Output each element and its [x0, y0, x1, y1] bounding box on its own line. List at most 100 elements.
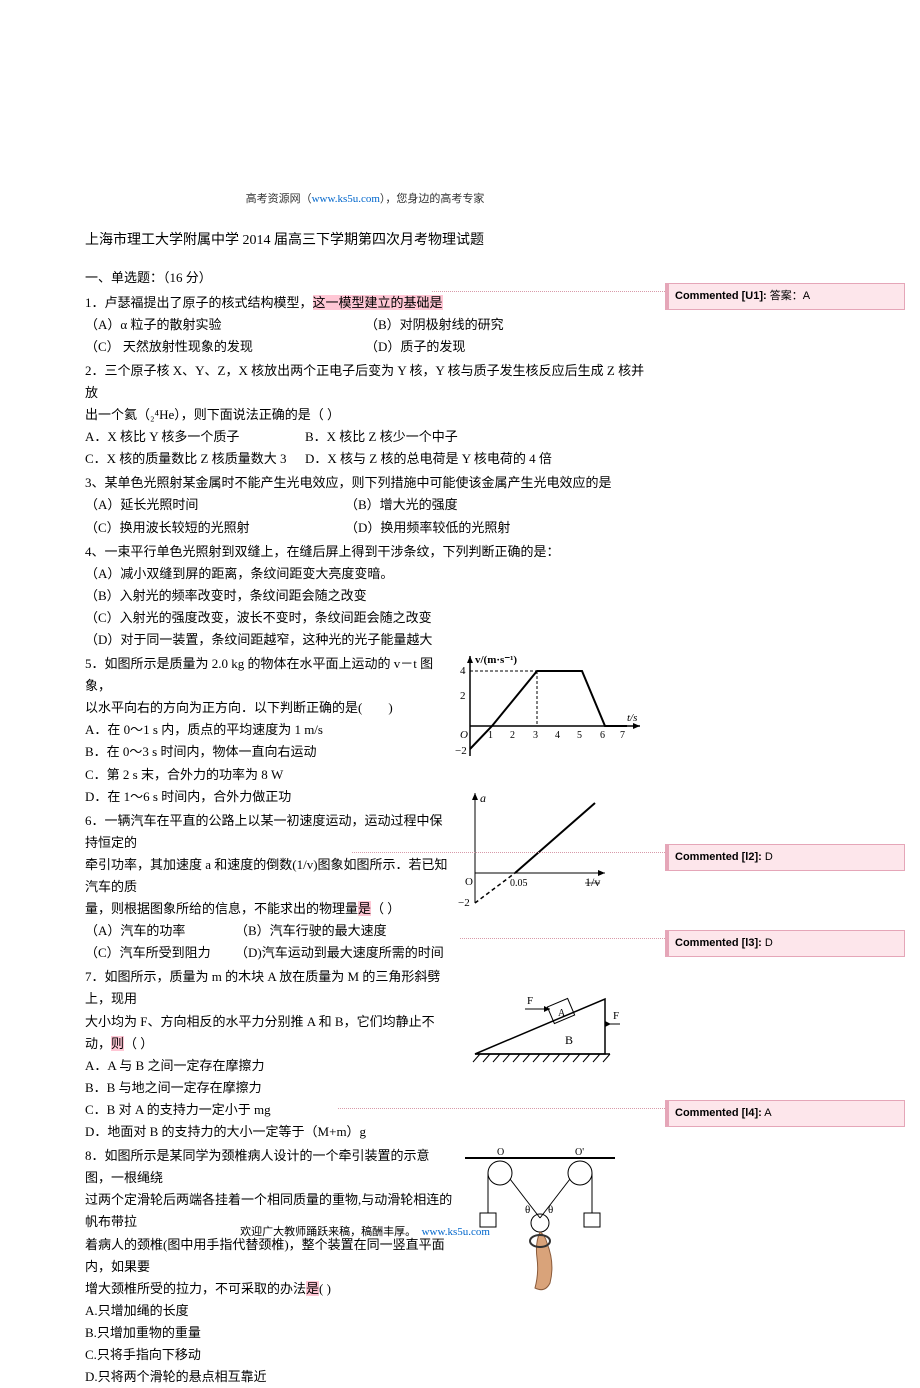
svg-text:1/v: 1/v — [585, 875, 600, 889]
q4-opt-a: （A）减小双缝到屏的距离，条纹间距变大亮度变暗。 — [85, 563, 645, 585]
comment-u1: Commented [U1]: 答案：A — [665, 283, 905, 310]
question-1: 1．卢瑟福提出了原子的核式结构模型，这一模型建立的基础是 — [85, 292, 645, 314]
question-6-block: 6．一辆汽车在平直的公路上以某一初速度运动，运动过程中保持恒定的 牵引功率，其加… — [85, 808, 645, 965]
q4-opt-b: （B）入射光的频率改变时，条纹间距会随之改变 — [85, 585, 645, 607]
q6-opt-c: （C）汽车所受到阻力 — [85, 942, 235, 964]
q3-opt-b: （B）增大光的强度 — [345, 494, 645, 516]
footer-text: 欢迎广大教师踊跃来稿，稿酬丰厚。 — [240, 1226, 416, 1238]
question-2-line1: 2．三个原子核 X、Y、Z，X 核放出两个正电子后变为 Y 核，Y 核与质子发生… — [85, 360, 645, 404]
comment-l4: Commented [l4]: A — [665, 1100, 905, 1127]
footer-url: www.ks5u.com — [422, 1226, 490, 1238]
q3-opt-a: （A）延长光照时间 — [85, 494, 345, 516]
connector-2 — [352, 852, 665, 853]
q3-opts-row1: （A）延长光照时间 （B）增大光的强度 — [85, 494, 645, 516]
q2-opt-c: C．X 核的质量数比 Z 核质量数大 3 — [85, 448, 305, 470]
svg-text:v/(m·s⁻¹): v/(m·s⁻¹) — [475, 654, 517, 666]
svg-text:−2: −2 — [458, 897, 470, 908]
q1-stem: 1．卢瑟福提出了原子的核式结构模型， — [85, 295, 313, 310]
svg-text:6: 6 — [600, 730, 605, 741]
connector-3 — [460, 938, 665, 939]
page-footer: 欢迎广大教师踊跃来稿，稿酬丰厚。 www.ks5u.com — [85, 1223, 645, 1242]
question-2-line2: 出一个氦（₂⁴He），则下面说法正确的是（ ） — [85, 404, 645, 426]
question-5-block: 5．如图所示是质量为 2.0 kg 的物体在水平面上运动的 v－t 图象， 以水… — [85, 651, 645, 808]
q1-opt-d: （D）质子的发现 — [365, 336, 645, 358]
question-3: 3、某单色光照射某金属时不能产生光电效应，则下列措施中可能使该金属产生光电效应的… — [85, 472, 645, 494]
svg-text:2: 2 — [510, 730, 515, 741]
q7-opt-a: A．A 与 B 之间一定存在摩擦力 — [85, 1055, 455, 1077]
q2-he: ₂⁴He — [150, 407, 174, 422]
connector-1 — [432, 291, 665, 292]
q2-opts-row1: A．X 核比 Y 核多一个质子 B．X 核比 Z 核少一个中子 — [85, 426, 645, 448]
q3-opt-c: （C）换用波长较短的光照射 — [85, 517, 345, 539]
q6-opts-row1: （A）汽车的功率 （B）汽车行驶的最大速度 — [85, 920, 455, 942]
svg-text:B: B — [565, 1033, 573, 1047]
q1-opts-row2: （C） 天然放射性现象的发现 （D）质子的发现 — [85, 336, 645, 358]
page-header: 高考资源网（www.ks5u.com），您身边的高考专家 — [85, 190, 645, 209]
svg-text:0.05: 0.05 — [510, 878, 528, 889]
q6-opt-a: （A）汽车的功率 — [85, 920, 235, 942]
svg-text:θ: θ — [548, 1204, 553, 1216]
q5-opt-c: C．第 2 s 末，合外力的功率为 8 W — [85, 764, 455, 786]
q6-opt-d: （D)汽车运动到最大速度所需的时间 — [235, 942, 455, 964]
document-page: 高考资源网（www.ks5u.com），您身边的高考专家 上海市理工大学附属中学… — [85, 190, 645, 1388]
q4-opt-d: （D）对于同一装置，条纹间距越窄，这种光的光子能量越大 — [85, 629, 645, 651]
q7-opt-c: C．B 对 A 的支持力一定小于 mg — [85, 1099, 455, 1121]
comment-u1-text: 答案：A — [767, 290, 810, 302]
q8-opt-b: B.只增加重物的重量 — [85, 1322, 455, 1344]
svg-text:O': O' — [575, 1147, 584, 1158]
header-suffix: ），您身边的高考专家 — [380, 193, 485, 205]
question-8-block: 8．如图所示是某同学为颈椎病人设计的一个牵引装置的示意图，一根绳绕 过两个定滑轮… — [85, 1143, 645, 1388]
comment-l2-text: D — [762, 851, 773, 863]
q1-opt-a: （A）α 粒子的散射实验 — [85, 314, 365, 336]
svg-text:a: a — [480, 791, 486, 805]
q4-opt-c: （C）入射光的强度改变，波长不变时，条纹间距会随之改变 — [85, 607, 645, 629]
svg-text:7: 7 — [620, 730, 625, 741]
q8-opt-c: C.只将手指向下移动 — [85, 1344, 455, 1366]
svg-text:O: O — [497, 1147, 504, 1158]
q8-opt-d: D.只将两个滑轮的悬点相互靠近 — [85, 1366, 455, 1388]
vt-graph-icon: 4 2 −2 O 1 2 3 4 5 6 7 t/s v/(m·s⁻¹) — [455, 651, 645, 761]
comment-l2: Commented [l2]: D — [665, 844, 905, 871]
svg-text:5: 5 — [577, 730, 582, 741]
q2-opt-b: B．X 核比 Z 核少一个中子 — [305, 426, 645, 448]
q7-l2: 大小均为 F、方向相反的水平力分别推 A 和 B，它们均静止不动，则（ ） — [85, 1011, 455, 1055]
q7-opt-d: D．地面对 B 的支持力的大小一定等于（M+m）g — [85, 1121, 455, 1143]
q2-opts-row2: C．X 核的质量数比 Z 核质量数大 3 D．X 核与 Z 核的总电荷是 Y 核… — [85, 448, 645, 470]
q1-opt-b: （B）对阴极射线的研究 — [365, 314, 645, 336]
svg-text:O: O — [465, 876, 473, 888]
connector-4 — [338, 1108, 665, 1109]
svg-text:4: 4 — [555, 730, 560, 741]
svg-text:2: 2 — [460, 690, 466, 702]
q1-opts-row1: （A）α 粒子的散射实验 （B）对阴极射线的研究 — [85, 314, 645, 336]
document-title: 上海市理工大学附属中学 2014 届高三下学期第四次月考物理试题 — [85, 229, 645, 253]
comment-l4-label: Commented [l4]: — [675, 1107, 762, 1119]
q5-l2: 以水平向右的方向为正方向．以下判断正确的是( ) — [85, 697, 455, 719]
comment-l3: Commented [l3]: D — [665, 930, 905, 957]
comment-l4-text: A — [762, 1107, 772, 1119]
q6-l3: 量，则根据图象所给的信息，不能求出的物理量是（ ） — [85, 898, 455, 920]
q1-highlight: 这一模型建立的基础是 — [313, 295, 443, 310]
comment-l3-label: Commented [l3]: — [675, 937, 762, 949]
q6-opt-b: （B）汽车行驶的最大速度 — [235, 920, 455, 942]
q3-opt-d: （D）换用频率较低的光照射 — [345, 517, 645, 539]
q6-opts-row2: （C）汽车所受到阻力 （D)汽车运动到最大速度所需的时间 — [85, 942, 455, 964]
q8-opt-a: A.只增加绳的长度 — [85, 1300, 455, 1322]
q6-l1: 6．一辆汽车在平直的公路上以某一初速度运动，运动过程中保持恒定的 — [85, 810, 455, 854]
q7-opt-b: B．B 与地之间一定存在摩擦力 — [85, 1077, 455, 1099]
comment-u1-label: Commented [U1]: — [675, 290, 767, 302]
q2-l2-pre: 出一个氦（ — [85, 407, 150, 422]
comment-l2-label: Commented [l2]: — [675, 851, 762, 863]
svg-text:3: 3 — [533, 730, 538, 741]
header-url: www.ks5u.com — [312, 193, 380, 205]
q5-opt-a: A．在 0～1 s 内，质点的平均速度为 1 m/s — [85, 719, 455, 741]
q6-highlight: 是 — [358, 901, 371, 916]
incline-diagram-icon: A B F F — [455, 974, 625, 1074]
q7-highlight: 则 — [111, 1036, 124, 1051]
q2-opt-d: D．X 核与 Z 核的总电荷是 Y 核电荷的 4 倍 — [305, 448, 645, 470]
section-heading: 一、单选题：（16 分） — [85, 267, 645, 289]
svg-text:θ: θ — [525, 1204, 530, 1216]
question-4: 4、一束平行单色光照射到双缝上，在缝后屏上得到干涉条纹，下列判断正确的是： — [85, 541, 645, 563]
q5-l1: 5．如图所示是质量为 2.0 kg 的物体在水平面上运动的 v－t 图象， — [85, 653, 455, 697]
q8-l1: 8．如图所示是某同学为颈椎病人设计的一个牵引装置的示意图，一根绳绕 — [85, 1145, 455, 1189]
svg-text:F: F — [613, 1010, 619, 1022]
